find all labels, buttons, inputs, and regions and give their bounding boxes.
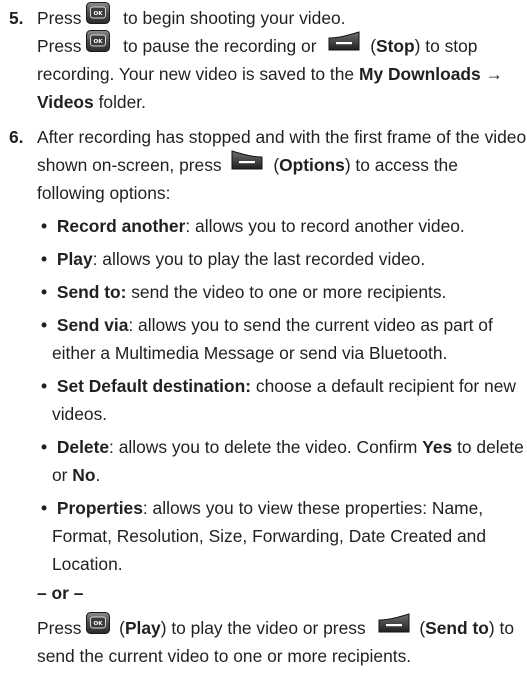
bullet-icon: • — [41, 249, 48, 269]
step-5-line-3: recording. Your new video is saved to th… — [37, 64, 503, 84]
bullet-icon: • — [41, 282, 48, 302]
option-properties: • Properties: allows you to view these p… — [41, 494, 483, 522]
option-send-to: • Send to: send the video to one or more… — [41, 278, 446, 306]
left-soft-key-icon — [230, 150, 264, 178]
option-send-via: • Send via: allows you to send the curre… — [41, 311, 493, 339]
option-delete-cont: or No. — [52, 465, 101, 485]
option-set-default-destination: • Set Default destination: choose a defa… — [41, 372, 516, 400]
bullet-icon: • — [41, 376, 48, 396]
option-set-default-cont: videos. — [52, 404, 108, 424]
option-send-via-cont: either a Multimedia Message or send via … — [52, 343, 448, 363]
step-5-number: 5. — [9, 8, 24, 28]
step-5-line-2: Press OK to pause the recording or (Stop… — [37, 30, 477, 62]
alt-line-1: Press OK (Play) to play the video or pre… — [37, 612, 514, 644]
ok-key-icon: OK — [86, 2, 111, 32]
right-soft-key-icon — [377, 613, 411, 641]
option-delete: • Delete: allows you to delete the video… — [41, 433, 524, 461]
option-properties-cont: Format, Resolution, Size, Forwarding, Da… — [52, 526, 487, 546]
step-5-line-1: Press OK to begin shooting your video. — [37, 2, 346, 34]
option-properties-cont-2: Location. — [52, 554, 123, 574]
right-soft-key-icon — [327, 31, 361, 59]
ok-key-icon: OK — [86, 30, 111, 60]
step-5-line-4: Videos folder. — [37, 92, 146, 112]
option-record-another: • Record another: allows you to record a… — [41, 212, 465, 240]
bullet-icon: • — [41, 498, 48, 518]
svg-text:OK: OK — [94, 622, 104, 628]
ok-key-icon: OK — [86, 612, 111, 642]
bullet-icon: • — [41, 216, 48, 236]
svg-text:OK: OK — [94, 12, 104, 18]
manual-page: 5. Press OK to begin shooting your video… — [0, 0, 527, 676]
svg-text:OK: OK — [94, 40, 104, 46]
or-separator: – or – — [37, 583, 84, 603]
step-6-line-1: After recording has stopped and with the… — [37, 127, 527, 147]
bullet-icon: • — [41, 437, 48, 457]
option-play: • Play: allows you to play the last reco… — [41, 245, 425, 273]
step-6-number: 6. — [9, 127, 24, 147]
bullet-icon: • — [41, 315, 48, 335]
step-6-line-3: following options: — [37, 183, 171, 203]
path-my-downloads: My Downloads → — [358, 64, 503, 84]
step-6-line-2: shown on-screen, press (Options) to acce… — [37, 150, 458, 180]
path-videos: Videos — [37, 92, 94, 112]
alt-line-2: send the current video to one or more re… — [37, 646, 412, 666]
